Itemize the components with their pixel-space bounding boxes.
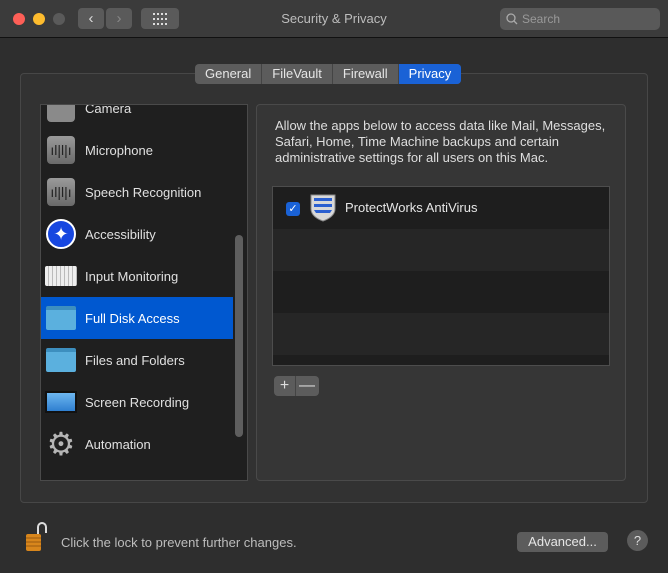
sidebar-item-camera[interactable]: Camera xyxy=(41,105,233,129)
sidebar-scrollbar[interactable] xyxy=(235,235,243,437)
folder-icon xyxy=(45,303,77,333)
app-checkbox[interactable]: ✓ xyxy=(286,202,300,216)
list-item[interactable]: ✓ ProtectWorks AntiVirus xyxy=(273,187,609,229)
camera-icon xyxy=(45,105,77,123)
microphone-icon: ıl|l|ı xyxy=(45,135,77,165)
sidebar-item-microphone[interactable]: ıl|l|ı Microphone xyxy=(41,129,233,171)
sidebar-item-screen-recording[interactable]: Screen Recording xyxy=(41,381,233,423)
empty-row xyxy=(273,313,609,355)
tab-bar: General FileVault Firewall Privacy xyxy=(195,64,462,84)
app-name: ProtectWorks AntiVirus xyxy=(345,200,478,215)
folder-icon xyxy=(45,345,77,375)
tab-general[interactable]: General xyxy=(195,64,263,84)
sidebar-item-accessibility[interactable]: ✦ Accessibility xyxy=(41,213,233,255)
advanced-button[interactable]: Advanced... xyxy=(517,532,608,552)
tab-privacy[interactable]: Privacy xyxy=(398,64,462,84)
sidebar-item-input-monitoring[interactable]: Input Monitoring xyxy=(41,255,233,297)
sidebar-item-files-and-folders[interactable]: Files and Folders xyxy=(41,339,233,381)
help-button[interactable]: ? xyxy=(627,530,648,551)
add-button[interactable]: + xyxy=(274,376,296,396)
shield-icon xyxy=(310,194,336,222)
search-placeholder: Search xyxy=(522,12,561,26)
search-input[interactable]: Search xyxy=(500,8,660,30)
unlocked-padlock-icon[interactable] xyxy=(24,521,48,553)
title-bar: ‹ › Security & Privacy Search xyxy=(0,0,668,38)
speech-recognition-icon: ıl|l|ı xyxy=(45,177,77,207)
keyboard-icon xyxy=(45,261,77,291)
gear-icon: ⚙ xyxy=(46,426,76,462)
sidebar-item-speech-recognition[interactable]: ıl|l|ı Speech Recognition xyxy=(41,171,233,213)
description-text: Allow the apps below to access data like… xyxy=(275,118,606,165)
tab-firewall[interactable]: Firewall xyxy=(333,64,399,84)
tab-filevault[interactable]: FileVault xyxy=(262,64,333,84)
accessibility-icon: ✦ xyxy=(45,219,77,249)
remove-button[interactable]: — xyxy=(296,376,318,396)
app-list: ✓ ProtectWorks AntiVirus xyxy=(272,186,610,366)
privacy-category-list: Camera ıl|l|ı Microphone ıl|l|ı Speech Rec… xyxy=(40,104,248,481)
search-icon xyxy=(506,13,518,25)
empty-row xyxy=(273,229,609,271)
display-icon xyxy=(45,387,77,417)
sidebar-item-automation[interactable]: ⚙ Automation xyxy=(41,423,233,465)
empty-row xyxy=(273,271,609,313)
add-remove-control: + — xyxy=(274,376,319,396)
lock-status-text: Click the lock to prevent further change… xyxy=(61,535,297,550)
sidebar-item-full-disk-access[interactable]: Full Disk Access xyxy=(41,297,233,339)
